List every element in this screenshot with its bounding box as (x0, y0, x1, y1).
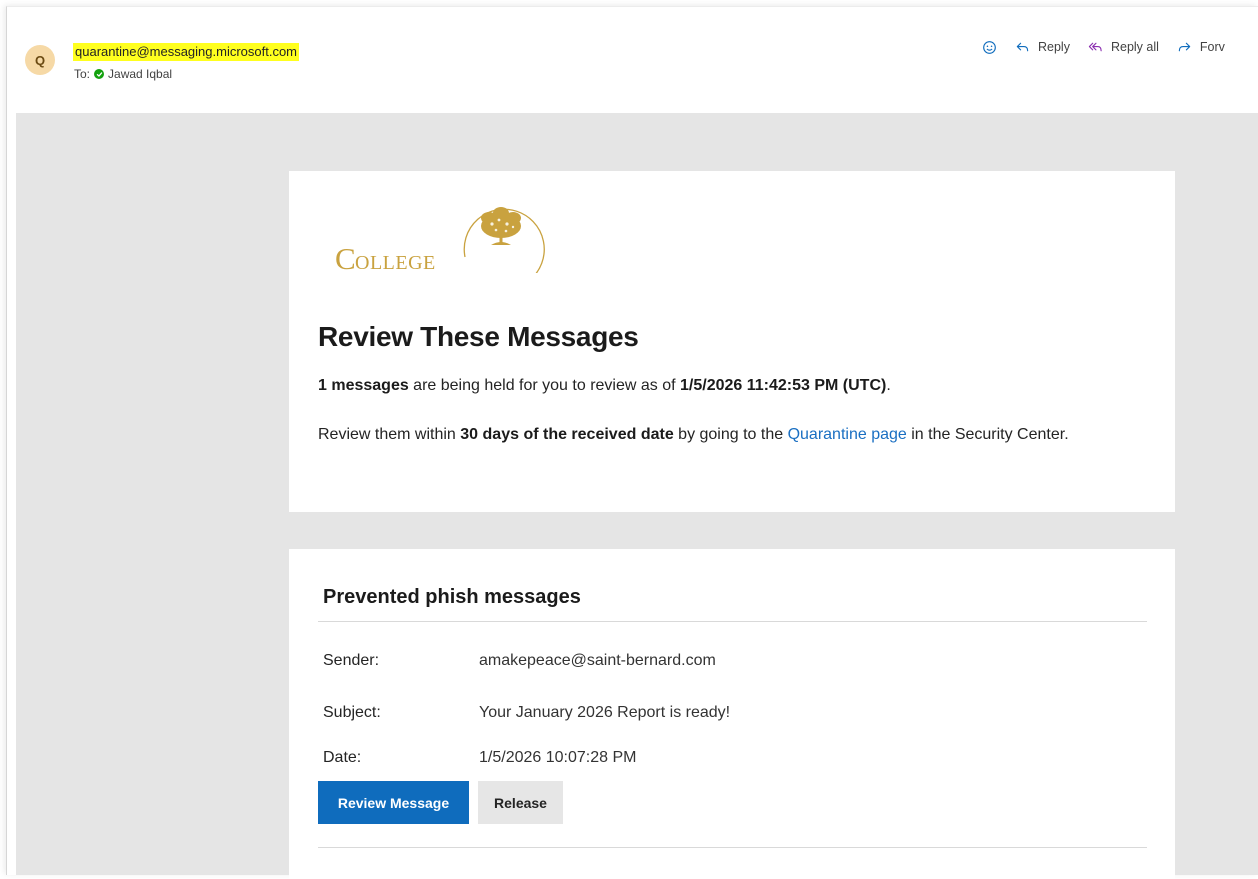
forward-button[interactable]: Forv (1177, 40, 1225, 55)
review-instructions-text: Review them within 30 days of the receiv… (318, 424, 1118, 446)
section-title: Prevented phish messages (323, 586, 581, 608)
logo-letter-c: C (335, 241, 356, 273)
message-count: 1 messages (318, 377, 409, 394)
reply-button[interactable]: Reply (1015, 40, 1070, 55)
recipient-line: To: Jawad Iqbal (74, 67, 172, 81)
college-logo: C OLLEGE (335, 207, 545, 273)
forward-icon (1178, 42, 1191, 51)
message-actions-toolbar: Reply Reply all Forv (982, 37, 1258, 57)
presence-available-icon (94, 69, 105, 79)
row-divider (318, 847, 1147, 848)
forward-label: Forv (1199, 40, 1225, 54)
end-punct: . (886, 377, 891, 394)
review-suffix: in the Security Center. (906, 426, 1069, 443)
page-title: Review These Messages (318, 321, 639, 352)
tree-icon (481, 207, 521, 245)
review-message-button[interactable]: Review Message (318, 781, 469, 824)
smiley-icon (983, 40, 996, 54)
date-label: Date: (323, 749, 362, 766)
logo-word: OLLEGE (355, 252, 436, 273)
quarantine-summary-card: C OLLEGE Review These Messages 1 message… (289, 171, 1175, 512)
held-messages-text: 1 messages are being held for you to rev… (318, 375, 1118, 397)
avatar-initial: Q (34, 52, 46, 68)
release-button[interactable]: Release (478, 781, 563, 824)
held-text: are being held for you to review as of (408, 377, 680, 394)
as-of-timestamp: 1/5/2026 11:42:53 PM (UTC) (680, 377, 887, 394)
review-deadline: 30 days of the received date (460, 426, 674, 443)
reply-all-button[interactable]: Reply all (1088, 40, 1159, 55)
to-label: To: (74, 67, 91, 81)
section-divider (318, 621, 1147, 622)
date-value: 1/5/2026 10:07:28 PM (479, 749, 637, 766)
reply-all-label: Reply all (1110, 40, 1159, 54)
reply-all-icon (1088, 42, 1102, 51)
reply-icon (1016, 42, 1029, 51)
quarantine-page-link[interactable]: Quarantine page (788, 426, 907, 443)
sender-label: Sender: (323, 652, 380, 669)
react-button[interactable] (982, 40, 997, 55)
review-prefix: Review them within (318, 426, 461, 443)
reply-label: Reply (1038, 40, 1070, 54)
recipient-name[interactable]: Jawad Iqbal (108, 67, 172, 81)
subject-label: Subject: (323, 704, 381, 721)
subject-value: Your January 2026 Report is ready! (479, 704, 731, 721)
sender-value: amakepeace@saint-bernard.com (479, 652, 716, 669)
review-mid: by going to the (673, 426, 788, 443)
email-body: C OLLEGE Review These Messages 1 message… (16, 113, 1258, 879)
phish-messages-card: Prevented phish messages Sender: amakepe… (289, 549, 1175, 879)
sender-avatar[interactable]: Q (25, 45, 55, 75)
sender-address[interactable]: quarantine@messaging.microsoft.com (73, 43, 300, 61)
